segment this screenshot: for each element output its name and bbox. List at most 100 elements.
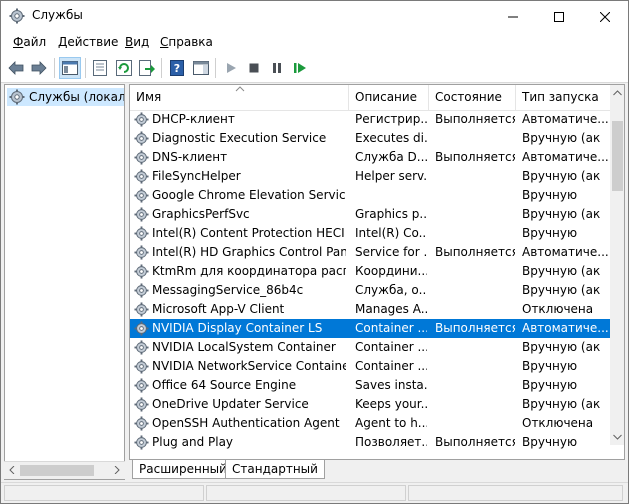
service-description: Executes di... (355, 131, 427, 145)
maximize-button[interactable] (536, 1, 582, 32)
panel-icon (193, 61, 209, 75)
status-bar-section (408, 485, 623, 501)
tab-standard[interactable]: Стандартный (225, 460, 325, 479)
export-list-button[interactable] (136, 57, 158, 79)
minimize-button[interactable] (490, 1, 536, 32)
service-startup-type: Вручную (522, 378, 578, 392)
menu-action[interactable]: Действие (58, 35, 118, 49)
service-row[interactable]: DHCP-клиент Регистрир... Выполняется Автома… (130, 110, 610, 129)
properties-button[interactable] (89, 57, 111, 79)
status-bar-section (206, 485, 406, 501)
service-startup-type: Отключена (522, 302, 594, 316)
service-description: Container ... (355, 359, 427, 373)
menu-help[interactable]: Справка (160, 35, 213, 49)
svg-text:?: ? (174, 62, 180, 75)
service-status (435, 414, 515, 433)
service-status (435, 300, 515, 319)
service-description: Служба, о... (355, 283, 427, 297)
services-window: Службы Файл Действие Вид Справка ? Служб… (0, 0, 629, 504)
forward-button[interactable] (28, 57, 50, 79)
service-startup-type: Вручную (522, 359, 578, 373)
refresh-icon (116, 60, 132, 76)
gear-icon (9, 89, 25, 105)
services-list: Имя Описание Состояние Тип запуска DHCP-… (129, 84, 625, 460)
service-startup-type: Автоматиче... (522, 112, 609, 126)
help-icon: ? (170, 60, 184, 76)
service-gear-icon (134, 340, 149, 355)
service-row[interactable]: Google Chrome Elevation Service Вручную (130, 186, 610, 205)
tree-item-services[interactable]: Службы (локалы (7, 88, 125, 106)
column-header-description[interactable]: Описание (349, 85, 429, 110)
service-row[interactable]: Intel(R) Content Protection HECI Se... In… (130, 224, 610, 243)
service-row[interactable]: Microsoft App-V Client Manages A... Отключ… (130, 300, 610, 319)
service-row[interactable]: FileSyncHelper Helper serv... Вручную (ак (130, 167, 610, 186)
service-status (435, 167, 515, 186)
service-row[interactable]: Office 64 Source Engine Saves insta... Вру… (130, 376, 610, 395)
service-name: NVIDIA Display Container LS (152, 321, 323, 335)
service-status (435, 224, 515, 243)
service-startup-type: Автоматиче... (522, 321, 609, 335)
sort-ascending-icon (235, 86, 245, 92)
tree-horizontal-scrollbar[interactable] (4, 461, 125, 479)
service-name: DHCP-клиент (152, 112, 235, 126)
refresh-button[interactable] (113, 57, 135, 79)
service-status (435, 395, 515, 414)
toolbar: ? (1, 53, 628, 83)
title-bar[interactable]: Службы (1, 1, 628, 32)
properties-icon (93, 60, 107, 76)
stop-icon (249, 63, 259, 73)
service-row[interactable]: NVIDIA Display Container LS Container ...… (130, 319, 610, 338)
service-gear-icon (134, 321, 149, 336)
service-gear-icon (134, 359, 149, 374)
scrollbar-thumb[interactable] (20, 465, 94, 476)
show-action-pane-button[interactable] (190, 57, 212, 79)
service-status: Выполняется (435, 112, 515, 126)
service-name: Office 64 Source Engine (152, 378, 297, 392)
service-row[interactable]: DNS-клиент Служба D... Выполняется Автомати… (130, 148, 610, 167)
console-tree-icon (62, 61, 78, 75)
service-status (435, 186, 515, 205)
tree-item-label: Службы (локалы (29, 90, 125, 104)
service-startup-type: Отключена (522, 416, 594, 430)
service-row[interactable]: NVIDIA NetworkService Container Container… (130, 357, 610, 376)
service-row[interactable]: Intel(R) HD Graphics Control Panel ... Se… (130, 243, 610, 262)
service-description: Saves insta... (355, 378, 427, 392)
service-row[interactable]: NVIDIA LocalSystem Container Container ..… (130, 338, 610, 357)
console-tree: Службы (локалы (4, 84, 125, 480)
list-vertical-scrollbar[interactable] (610, 85, 624, 445)
tab-extended[interactable]: Расширенный (132, 460, 234, 479)
column-header-startup-type[interactable]: Тип запуска (516, 85, 610, 110)
back-button[interactable] (5, 57, 27, 79)
scroll-right-icon (114, 466, 120, 474)
menu-file[interactable]: Файл (13, 35, 46, 49)
scroll-left-icon (9, 466, 15, 474)
service-description: Service for ... (355, 245, 427, 259)
start-service-button[interactable] (220, 57, 242, 79)
export-icon (139, 60, 155, 76)
close-button[interactable] (582, 1, 628, 32)
service-name: OneDrive Updater Service (152, 397, 309, 411)
service-startup-type: Вручную (522, 435, 578, 449)
help-button[interactable]: ? (166, 57, 188, 79)
service-gear-icon (134, 226, 149, 241)
service-name: Microsoft App-V Client (152, 302, 285, 316)
column-header-status[interactable]: Состояние (429, 85, 516, 110)
menu-view[interactable]: Вид (125, 35, 149, 49)
scrollbar-thumb[interactable] (612, 121, 623, 191)
service-row[interactable]: GraphicsPerfSvc Graphics p... Вручную (ак (130, 205, 610, 224)
service-row[interactable]: MessagingService_86b4c Служба, о... Вручну… (130, 281, 610, 300)
service-row[interactable]: Plug and Play Позволяет... Выполняется Вруч… (130, 433, 610, 452)
restart-service-button[interactable] (289, 57, 311, 79)
show-console-tree-button[interactable] (59, 57, 81, 79)
window-title: Службы (32, 8, 83, 22)
service-row[interactable]: Diagnostic Execution Service Executes di.… (130, 129, 610, 148)
service-row[interactable]: OneDrive Updater Service Keeps your... Вру… (130, 395, 610, 414)
service-row[interactable]: OpenSSH Authentication Agent Agent to h..… (130, 414, 610, 433)
pause-service-button[interactable] (266, 57, 288, 79)
service-row[interactable]: KtmRm для координатора распре... Координи… (130, 262, 610, 281)
service-description: Координи... (355, 264, 427, 278)
service-gear-icon (134, 188, 149, 203)
service-startup-type: Вручную (ак (522, 264, 601, 278)
service-gear-icon (134, 245, 149, 260)
stop-service-button[interactable] (243, 57, 265, 79)
